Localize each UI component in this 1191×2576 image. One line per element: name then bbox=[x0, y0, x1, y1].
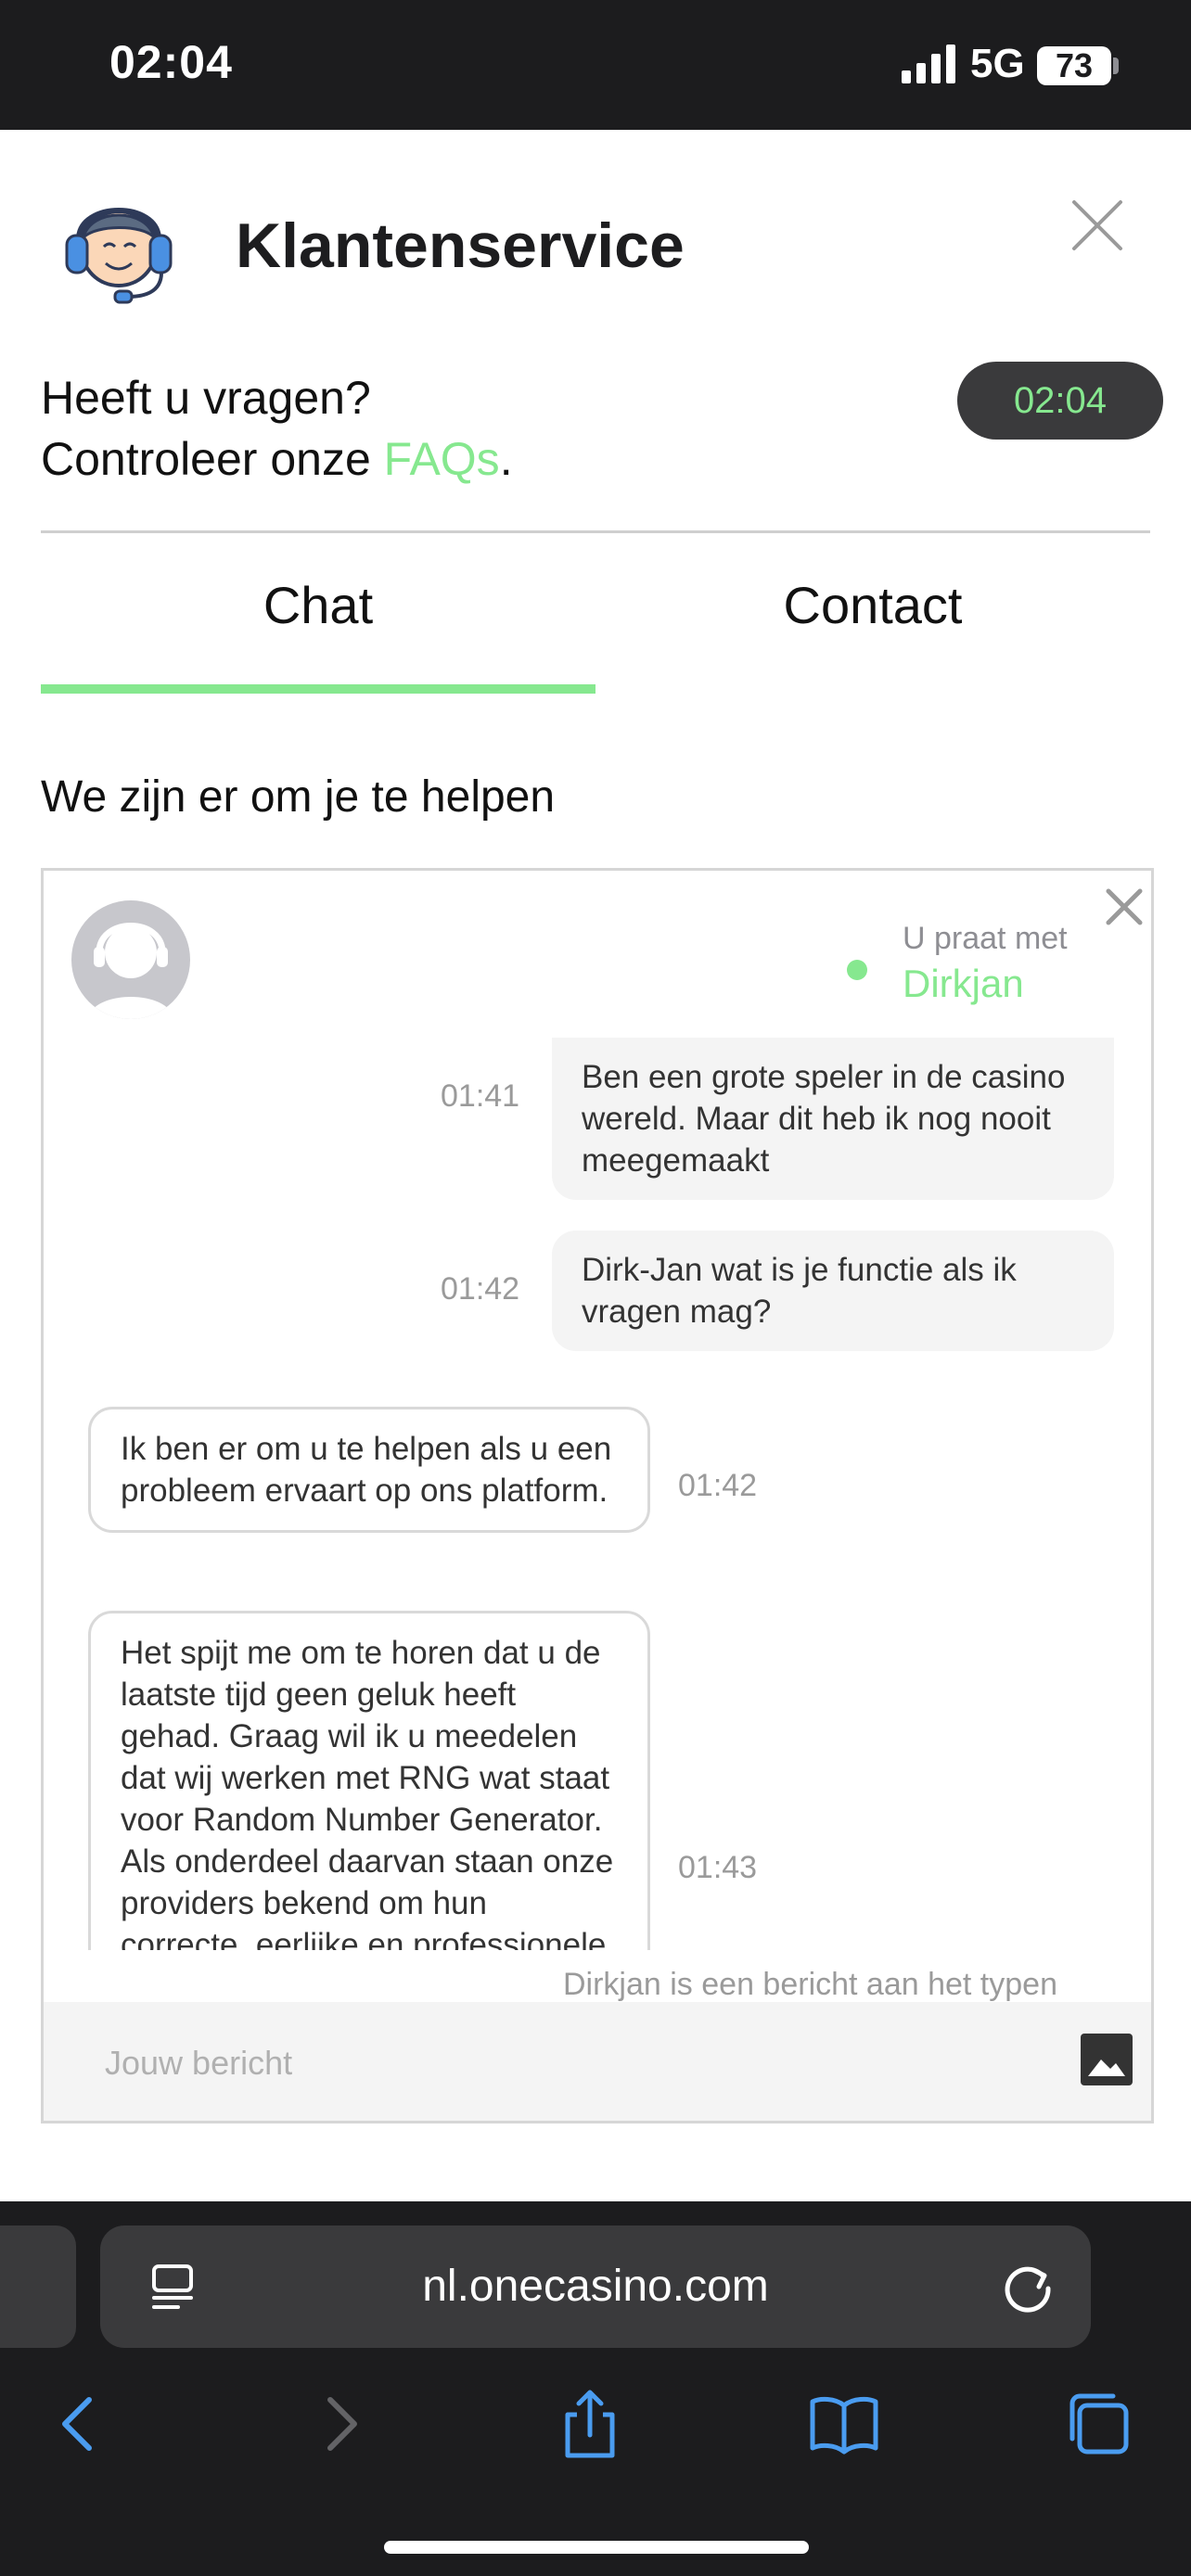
message-time: 01:41 bbox=[441, 1078, 520, 1114]
address-bar[interactable]: nl.onecasino.com bbox=[100, 2225, 1091, 2348]
agent-message: Het spijt me om te horen dat u de laatst… bbox=[88, 1611, 650, 1950]
tab-contact[interactable]: Contact bbox=[596, 575, 1150, 658]
message-text: Ben een grote speler in de casino wereld… bbox=[582, 1059, 1066, 1179]
message-text: Dirk-Jan wat is je functie als ik vragen… bbox=[582, 1252, 1017, 1330]
message-time: 01:42 bbox=[441, 1271, 520, 1307]
session-timer-badge: 02:04 bbox=[957, 362, 1163, 440]
active-tab-indicator bbox=[41, 684, 596, 694]
agent-avatar-icon bbox=[88, 923, 173, 1019]
message-time: 01:43 bbox=[678, 1850, 758, 1885]
typing-indicator: Dirkjan is een bericht aan het typen bbox=[563, 1967, 1057, 2003]
online-status-dot bbox=[847, 960, 867, 980]
back-icon[interactable] bbox=[43, 2387, 117, 2461]
bookmarks-icon[interactable] bbox=[807, 2387, 881, 2461]
previous-tab[interactable] bbox=[0, 2225, 76, 2348]
signal-icon bbox=[902, 45, 955, 83]
chat-window: U praat met Dirkjan Ben een grote speler… bbox=[41, 868, 1154, 2123]
faq-prefix: Controleer onze bbox=[41, 433, 384, 485]
talking-with-label: U praat met bbox=[903, 921, 1068, 956]
faq-line: Controleer onze FAQs. bbox=[41, 428, 513, 490]
message-input[interactable] bbox=[105, 2043, 940, 2084]
page-menu-icon[interactable] bbox=[147, 2261, 198, 2313]
message-time: 01:42 bbox=[678, 1468, 758, 1503]
faq-question: Heeft u vragen? bbox=[41, 372, 371, 424]
faq-link[interactable]: FAQs bbox=[384, 433, 500, 485]
avatar bbox=[71, 900, 190, 1019]
battery-icon: 73 bbox=[1037, 46, 1111, 85]
support-agent-logo-icon bbox=[65, 208, 173, 304]
forward-icon[interactable] bbox=[302, 2387, 377, 2461]
status-bar: 02:04 5G 73 bbox=[0, 0, 1191, 130]
reload-icon[interactable] bbox=[998, 2257, 1057, 2316]
url-text[interactable]: nl.onecasino.com bbox=[100, 2225, 1091, 2348]
faq-suffix: . bbox=[499, 433, 513, 485]
network-label: 5G bbox=[970, 41, 1025, 86]
status-time: 02:04 bbox=[109, 36, 233, 88]
divider bbox=[41, 530, 1150, 533]
chat-close-icon[interactable] bbox=[1103, 886, 1146, 928]
message-list[interactable]: Ben een grote speler in de casino wereld… bbox=[44, 1038, 1151, 1950]
message-text: Het spijt me om te horen dat u de laatst… bbox=[121, 1635, 614, 1950]
agent-name: Dirkjan bbox=[903, 962, 1024, 1005]
home-indicator bbox=[384, 2541, 809, 2554]
share-icon[interactable] bbox=[553, 2387, 627, 2461]
message-input-bar bbox=[44, 2002, 1151, 2121]
faq-text: Heeft u vragen? Controleer onze FAQs. bbox=[41, 367, 513, 490]
image-upload-icon[interactable] bbox=[1081, 2034, 1133, 2085]
agent-message: Ik ben er om u te helpen als u een probl… bbox=[88, 1407, 650, 1533]
page-title: Klantenservice bbox=[236, 210, 685, 281]
user-message: Dirk-Jan wat is je functie als ik vragen… bbox=[552, 1231, 1114, 1351]
message-text: Ik ben er om u te helpen als u een probl… bbox=[121, 1431, 612, 1509]
browser-toolbar: nl.onecasino.com bbox=[0, 2201, 1191, 2576]
help-heading: We zijn er om je te helpen bbox=[41, 772, 556, 822]
battery-tip bbox=[1113, 57, 1119, 74]
tab-chat[interactable]: Chat bbox=[41, 575, 596, 658]
tabs-icon[interactable] bbox=[1061, 2387, 1135, 2461]
user-message: Ben een grote speler in de casino wereld… bbox=[552, 1038, 1114, 1200]
close-icon[interactable] bbox=[1067, 195, 1128, 256]
